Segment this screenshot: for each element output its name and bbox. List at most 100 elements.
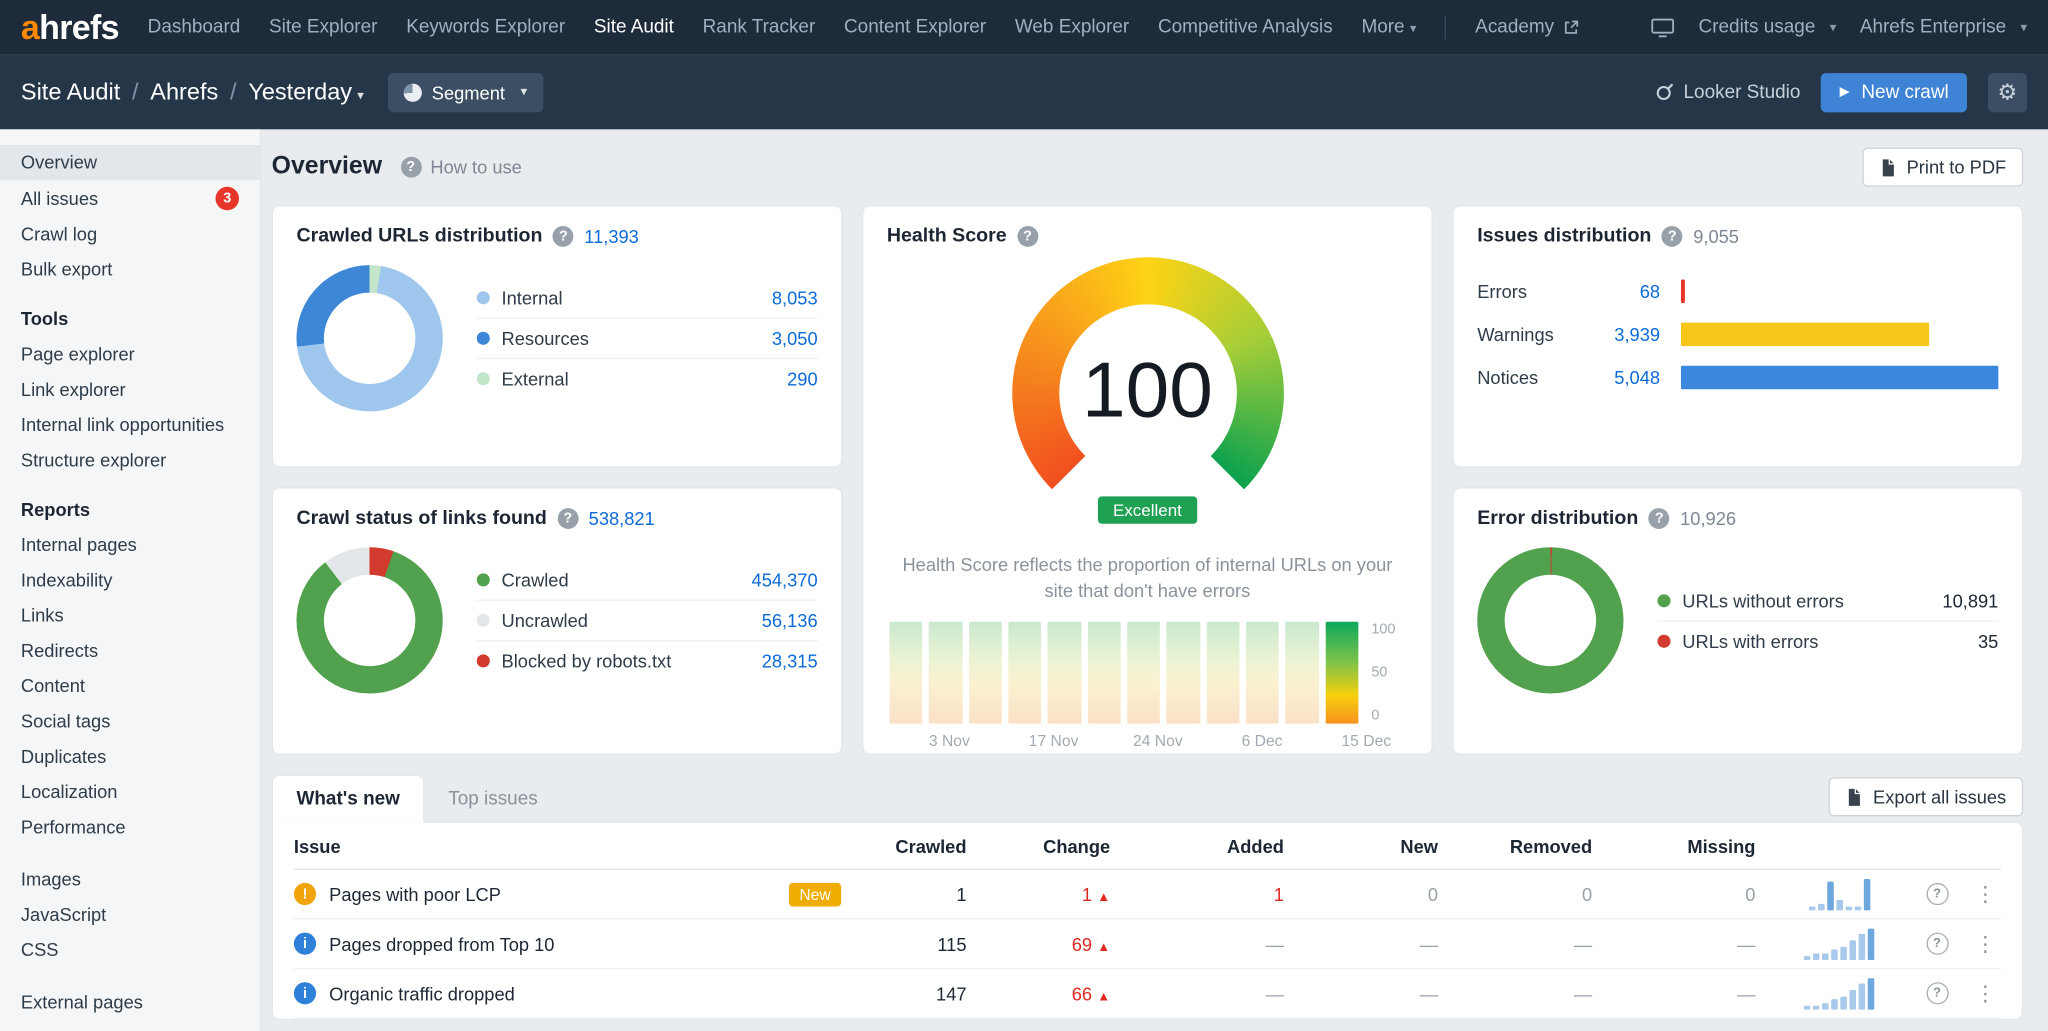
project-bar: Site Audit / Ahrefs / Yesterday▾ Segment… — [0, 55, 2048, 129]
sidebar-item-content[interactable]: Content — [0, 669, 260, 704]
print-to-pdf-button[interactable]: Print to PDF — [1862, 148, 2023, 187]
help-icon[interactable]: ? — [1926, 982, 1948, 1004]
help-icon[interactable]: ? — [1926, 883, 1948, 905]
links-found-total[interactable]: 538,821 — [589, 507, 655, 528]
legend-dot — [477, 573, 490, 586]
nav-competitive-analysis[interactable]: Competitive Analysis — [1158, 17, 1333, 38]
issues-count-badge: 3 — [216, 187, 240, 211]
issues-bars: Errors 68 Warnings 3,939 Notices 5,048 — [1477, 276, 1998, 394]
help-icon[interactable]: ? — [553, 225, 574, 246]
sidebar-item-indexability[interactable]: Indexability — [0, 563, 260, 598]
tab-top-issues[interactable]: Top issues — [425, 776, 562, 823]
breadcrumb-scope-dropdown[interactable]: Yesterday▾ — [248, 78, 364, 105]
row-menu-icon[interactable]: ⋮ — [1975, 881, 1996, 907]
looker-studio-button[interactable]: Looker Studio — [1655, 82, 1801, 103]
sidebar-item-javascript[interactable]: JavaScript — [0, 897, 260, 932]
nav-site-audit[interactable]: Site Audit — [594, 17, 674, 38]
nav-keywords-explorer[interactable]: Keywords Explorer — [406, 17, 565, 38]
nav-content-explorer[interactable]: Content Explorer — [844, 17, 986, 38]
crawled-urls-donut-chart[interactable] — [296, 265, 442, 411]
breadcrumb-tool[interactable]: Site Audit — [21, 78, 120, 105]
error-distribution-legend: URLs without errors10,891 URLs with erro… — [1657, 581, 1998, 661]
sidebar-item-social-tags[interactable]: Social tags — [0, 704, 260, 739]
added-value: — — [1110, 983, 1284, 1004]
sidebar-item-link-explorer[interactable]: Link explorer — [0, 372, 260, 407]
help-icon[interactable]: ? — [1926, 933, 1948, 955]
sidebar-item-page-explorer[interactable]: Page explorer — [0, 337, 260, 372]
card-title: Health Score — [887, 225, 1007, 247]
warnings-bar[interactable] — [1681, 323, 1929, 347]
sidebar-item-links[interactable]: Links — [0, 598, 260, 633]
project-bar-actions: Looker Studio ▶New crawl ⚙ — [1655, 72, 2027, 111]
sidebar-item-css[interactable]: CSS — [0, 933, 260, 968]
nav-more[interactable]: More▾ — [1361, 17, 1416, 38]
crawled-urls-total[interactable]: 11,393 — [584, 225, 639, 246]
sidebar-item-internal-link-opportunities[interactable]: Internal link opportunities — [0, 408, 260, 443]
export-all-issues-button[interactable]: Export all issues — [1829, 777, 2024, 816]
account-menu[interactable]: Ahrefs Enterprise▾ — [1860, 17, 2027, 38]
nav-web-explorer[interactable]: Web Explorer — [1015, 17, 1129, 38]
app: ahrefs Dashboard Site Explorer Keywords … — [0, 0, 2048, 1031]
settings-button[interactable]: ⚙ — [1988, 72, 2027, 111]
trend-x-axis: 3 Nov17 Nov24 Nov6 Dec15 Dec — [887, 728, 1408, 736]
error-distribution-donut-chart[interactable] — [1477, 547, 1623, 693]
health-score-description: Health Score reflects the proportion of … — [887, 552, 1408, 603]
help-icon[interactable]: ? — [1017, 225, 1038, 246]
trend-bars — [889, 622, 1358, 724]
nav-site-explorer[interactable]: Site Explorer — [269, 17, 377, 38]
sidebar-item-redirects[interactable]: Redirects — [0, 633, 260, 668]
row-menu-icon[interactable]: ⋮ — [1975, 931, 1996, 957]
ahrefs-logo[interactable]: ahrefs — [21, 10, 119, 44]
sidebar-item-duplicates[interactable]: Duplicates — [0, 739, 260, 774]
help-icon[interactable]: ? — [1649, 507, 1670, 528]
issues-bar-row: Warnings 3,939 — [1477, 319, 1998, 350]
notices-bar[interactable] — [1681, 366, 1998, 390]
issue-title[interactable]: Pages dropped from Top 10 — [329, 933, 554, 954]
sidebar-item-localization[interactable]: Localization — [0, 775, 260, 810]
tab-whats-new[interactable]: What's new — [272, 775, 425, 823]
issues-panel: What's new Top issues Export all issues … — [272, 775, 2024, 1021]
issue-sparkline — [1774, 878, 1905, 909]
breadcrumb-project[interactable]: Ahrefs — [150, 78, 218, 105]
display-icon[interactable] — [1652, 18, 1676, 38]
legend-dot — [477, 654, 490, 667]
credits-usage-menu[interactable]: Credits usage▾ — [1699, 17, 1837, 38]
nav-dashboard[interactable]: Dashboard — [148, 17, 241, 38]
overview-cards: Crawled URLs distribution ? 11,393 Inter… — [272, 205, 2024, 755]
sidebar-item-crawl-log[interactable]: Crawl log — [0, 217, 260, 252]
legend-dot — [477, 291, 490, 304]
sidebar-item-performance[interactable]: Performance — [0, 810, 260, 845]
issue-title[interactable]: Pages with poor LCP — [329, 884, 501, 905]
help-icon[interactable]: ? — [1662, 225, 1683, 246]
how-to-use-link[interactable]: ? How to use — [400, 157, 522, 178]
help-icon: ? — [400, 157, 421, 178]
health-score-trend-chart[interactable]: 100 50 0 — [887, 622, 1408, 724]
change-value: 69▲ — [967, 933, 1111, 954]
nav-divider — [1445, 16, 1446, 40]
sidebar-item-images[interactable]: Images — [0, 862, 260, 897]
health-score-gauge[interactable]: 100 Excellent — [1012, 257, 1284, 537]
segment-dropdown[interactable]: Segment ▾ — [387, 72, 543, 111]
health-score-card: Health Score ? 100 Excellent Health Scor… — [862, 205, 1433, 755]
nav-academy[interactable]: Academy — [1475, 17, 1579, 38]
looker-studio-icon — [1655, 82, 1675, 102]
top-navigation: ahrefs Dashboard Site Explorer Keywords … — [0, 0, 2048, 55]
sidebar-item-internal-pages[interactable]: Internal pages — [0, 528, 260, 563]
errors-bar[interactable] — [1681, 280, 1685, 304]
nav-rank-tracker[interactable]: Rank Tracker — [703, 17, 816, 38]
sidebar-item-overview[interactable]: Overview — [0, 145, 260, 180]
sidebar-item-external-pages[interactable]: External pages — [0, 985, 260, 1020]
health-score-rating-badge: Excellent — [1097, 496, 1197, 523]
issue-title[interactable]: Organic traffic dropped — [329, 983, 515, 1004]
new-crawl-button[interactable]: ▶New crawl — [1821, 72, 1967, 111]
crawled-value: 115 — [849, 933, 967, 954]
row-menu-icon[interactable]: ⋮ — [1975, 980, 1996, 1006]
crawl-status-donut-chart[interactable] — [296, 547, 442, 693]
page-title: Overview — [272, 153, 382, 182]
sidebar-item-bulk-export[interactable]: Bulk export — [0, 252, 260, 287]
error-distribution-card: Error distribution ? 10,926 URLs without… — [1452, 487, 2023, 755]
help-icon[interactable]: ? — [557, 507, 578, 528]
sidebar-item-structure-explorer[interactable]: Structure explorer — [0, 443, 260, 478]
sidebar-item-all-issues[interactable]: All issues3 — [0, 180, 260, 217]
table-header-row: Issue Crawled Change Added New Removed M… — [294, 823, 2001, 870]
